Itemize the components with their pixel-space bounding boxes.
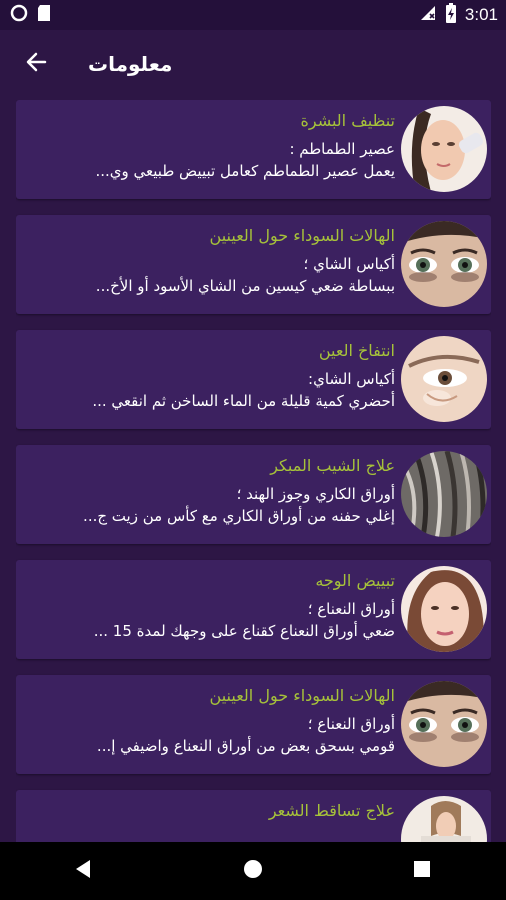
list-item[interactable]: الهالات السوداء حول العينين أوراق النعنا… bbox=[16, 675, 491, 774]
item-title: علاج تساقط الشعر bbox=[268, 801, 395, 820]
nav-back-button[interactable] bbox=[54, 842, 114, 900]
list-item[interactable]: الهالات السوداء حول العينين أكياس الشاي … bbox=[16, 215, 491, 314]
item-title: الهالات السوداء حول العينين bbox=[209, 226, 395, 245]
item-title: تبييض الوجه bbox=[315, 571, 395, 590]
list-item[interactable]: انتفاخ العين أكياس الشاي: أحضري كمية قلي… bbox=[16, 330, 491, 429]
battery-charging-icon bbox=[445, 3, 457, 27]
item-body: ببساطة ضعي كيسين من الشاي الأسود أو الأخ… bbox=[95, 277, 395, 295]
item-title: انتفاخ العين bbox=[318, 341, 395, 360]
item-subtitle: أوراق النعناع ؛ bbox=[307, 600, 395, 618]
list-item[interactable]: علاج تساقط الشعر bbox=[16, 790, 491, 842]
list-item[interactable]: علاج الشيب المبكر أوراق الكاري وجوز الهن… bbox=[16, 445, 491, 544]
face-cleansing-thumbnail bbox=[401, 106, 487, 192]
nav-recents-icon bbox=[412, 859, 432, 883]
list-item[interactable]: تنظيف البشرة عصير الطماطم : يعمل عصير ال… bbox=[16, 100, 491, 199]
item-subtitle: أكياس الشاي ؛ bbox=[303, 255, 395, 273]
nav-home-button[interactable] bbox=[223, 842, 283, 900]
no-signal-icon bbox=[419, 4, 437, 26]
item-body: ضعي أوراق النعناع كقناع على وجهك لمدة 15… bbox=[93, 622, 395, 640]
eye-puffiness-thumbnail bbox=[401, 336, 487, 422]
dark-circles-eye-thumbnail bbox=[401, 221, 487, 307]
item-subtitle: أكياس الشاي: bbox=[308, 370, 395, 388]
app-bar: معلومات bbox=[0, 30, 506, 98]
status-left bbox=[10, 4, 52, 26]
item-text: تنظيف البشرة عصير الطماطم : يعمل عصير ال… bbox=[22, 110, 395, 182]
hair-loss-thumbnail bbox=[401, 796, 487, 842]
nav-recents-button[interactable] bbox=[392, 842, 452, 900]
sd-card-icon bbox=[36, 4, 52, 26]
face-whitening-thumbnail bbox=[401, 566, 487, 652]
arrow-back-icon bbox=[24, 50, 48, 78]
nav-back-icon bbox=[73, 858, 95, 884]
item-title: الهالات السوداء حول العينين bbox=[209, 686, 395, 705]
status-time: 3:01 bbox=[464, 5, 498, 24]
item-text: انتفاخ العين أكياس الشاي: أحضري كمية قلي… bbox=[22, 340, 395, 412]
item-body: يعمل عصير الطماطم كعامل تبييض طبيعي وي..… bbox=[95, 162, 395, 180]
item-title: تنظيف البشرة bbox=[300, 111, 395, 130]
item-subtitle: أوراق النعناع ؛ bbox=[307, 715, 395, 733]
item-body: قومي بسحق بعض من أوراق النعناع واضيفي إ.… bbox=[96, 737, 395, 755]
item-body: أحضري كمية قليلة من الماء الساخن ثم انقع… bbox=[92, 392, 395, 410]
nav-home-icon bbox=[242, 858, 264, 884]
system-nav-bar bbox=[0, 842, 506, 900]
item-subtitle: عصير الطماطم : bbox=[289, 140, 395, 158]
status-right: 3:01 bbox=[419, 3, 498, 27]
item-subtitle: أوراق الكاري وجوز الهند ؛ bbox=[236, 485, 395, 503]
circle-icon bbox=[10, 4, 28, 26]
tips-list[interactable]: تنظيف البشرة عصير الطماطم : يعمل عصير ال… bbox=[16, 100, 491, 842]
gray-hair-thumbnail bbox=[401, 451, 487, 537]
item-title: علاج الشيب المبكر bbox=[270, 456, 395, 475]
item-text: علاج الشيب المبكر أوراق الكاري وجوز الهن… bbox=[22, 455, 395, 527]
item-text: الهالات السوداء حول العينين أكياس الشاي … bbox=[22, 225, 395, 297]
list-item[interactable]: تبييض الوجه أوراق النعناع ؛ ضعي أوراق ال… bbox=[16, 560, 491, 659]
item-text: تبييض الوجه أوراق النعناع ؛ ضعي أوراق ال… bbox=[22, 570, 395, 642]
back-button[interactable] bbox=[22, 50, 50, 78]
item-body: إغلي حفنه من أوراق الكاري مع كأس من زيت … bbox=[83, 507, 395, 525]
dark-circles-eye-thumbnail bbox=[401, 681, 487, 767]
item-text: الهالات السوداء حول العينين أوراق النعنا… bbox=[22, 685, 395, 757]
item-text: علاج تساقط الشعر bbox=[22, 800, 395, 828]
page-title: معلومات bbox=[88, 52, 173, 76]
status-bar: 3:01 bbox=[0, 0, 506, 30]
